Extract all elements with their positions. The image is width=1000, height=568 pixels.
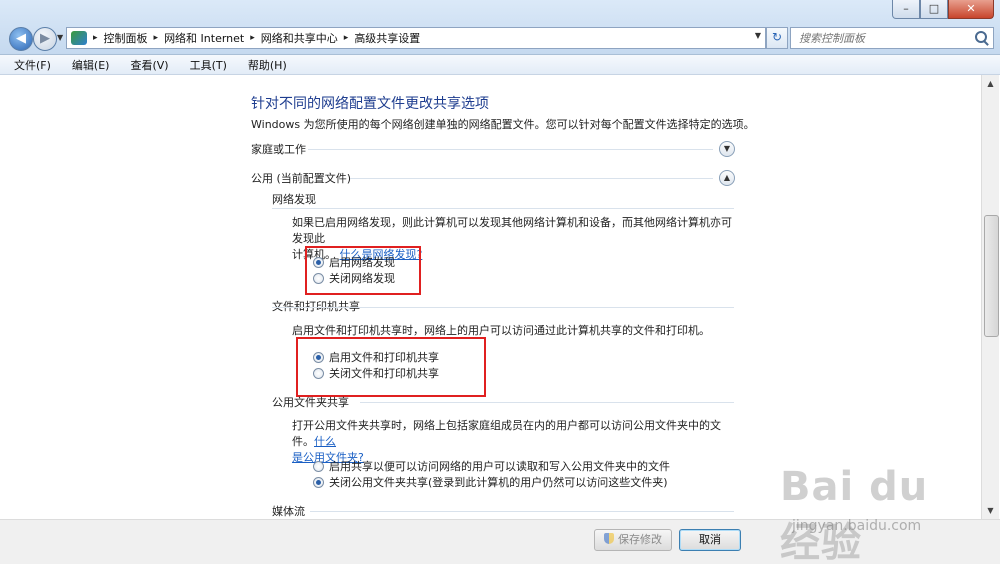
refresh-button[interactable]: ↻ — [766, 27, 788, 49]
breadcrumb-separator[interactable]: ▸ — [250, 33, 255, 43]
divider — [360, 402, 734, 403]
collapse-public-profile-button[interactable]: ▲ — [719, 170, 735, 186]
scroll-up-icon[interactable]: ▲ — [982, 75, 999, 92]
forward-arrow-icon: ▶ — [40, 31, 50, 46]
search-icon[interactable] — [975, 31, 987, 43]
radio-unselected-icon[interactable] — [313, 460, 324, 472]
history-dropdown-icon[interactable]: ▼ — [57, 33, 63, 42]
close-button[interactable]: ✕ — [948, 0, 994, 19]
what-is-public-folder-link[interactable]: 什么 — [314, 435, 336, 448]
main-content: 针对不同的网络配置文件更改共享选项 Windows 为您所使用的每个网络创建单独… — [0, 75, 981, 519]
breadcrumb-separator[interactable]: ▸ — [154, 33, 159, 43]
minimize-button[interactable]: – — [892, 0, 920, 19]
media-streaming-title: 媒体流 — [272, 505, 305, 518]
page-title: 针对不同的网络配置文件更改共享选项 — [251, 96, 489, 112]
profile-home-work-label[interactable]: 家庭或工作 — [251, 141, 306, 157]
search-input[interactable] — [797, 28, 971, 48]
highlight-box — [305, 246, 421, 295]
divider — [308, 149, 713, 150]
page-subtitle: Windows 为您所使用的每个网络创建单独的网络配置文件。您可以针对每个配置文… — [251, 118, 755, 131]
divider — [272, 307, 734, 308]
menu-tools[interactable]: 工具(T) — [176, 57, 234, 73]
save-changes-label: 保存修改 — [618, 533, 662, 546]
back-arrow-icon: ◀ — [16, 31, 26, 46]
menu-bar: 文件(F) 编辑(E) 查看(V) 工具(T) 帮助(H) — [0, 55, 1000, 75]
address-dropdown-icon[interactable]: ▼ — [755, 31, 761, 40]
footer-bar: 保存修改 取消 — [0, 519, 1000, 564]
breadcrumb-separator[interactable]: ▸ — [344, 33, 349, 43]
cancel-button[interactable]: 取消 — [679, 529, 741, 551]
address-bar[interactable]: ▸ 控制面板 ▸ 网络和 Internet ▸ 网络和共享中心 ▸ 高级共享设置… — [66, 27, 766, 49]
window-titlebar: – □ ✕ ◀ ▶ ▼ ▸ 控制面板 ▸ 网络和 Internet ▸ 网络和共… — [0, 0, 1000, 55]
vertical-scrollbar[interactable]: ▲ ▼ — [981, 75, 999, 519]
save-changes-button[interactable]: 保存修改 — [594, 529, 672, 551]
radio-public-folder-off[interactable]: 关闭公用文件夹共享(登录到此计算机的用户仍然可以访问这些文件夹) — [313, 474, 668, 490]
forward-button[interactable]: ▶ — [33, 27, 57, 51]
network-discovery-desc-line1: 如果已启用网络发现，则此计算机可以发现其他网络计算机和设备，而其他网络计算机亦可… — [292, 216, 732, 245]
back-button[interactable]: ◀ — [9, 27, 33, 51]
profile-public-label[interactable]: 公用 (当前配置文件) — [251, 170, 351, 186]
highlight-box — [296, 337, 486, 397]
refresh-icon: ↻ — [771, 30, 783, 44]
radio-public-folder-on[interactable]: 启用共享以便可以访问网络的用户可以读取和写入公用文件夹中的文件 — [313, 458, 670, 474]
network-discovery-title: 网络发现 — [272, 193, 316, 206]
chevron-down-icon: ▼ — [723, 144, 731, 153]
breadcrumb-network-internet[interactable]: 网络和 Internet — [164, 30, 244, 46]
radio-label: 启用共享以便可以访问网络的用户可以读取和写入公用文件夹中的文件 — [329, 460, 670, 473]
menu-file[interactable]: 文件(F) — [0, 57, 58, 73]
radio-selected-icon[interactable] — [313, 476, 324, 488]
divider — [350, 178, 713, 179]
chevron-up-icon: ▲ — [723, 173, 731, 182]
control-panel-icon — [71, 31, 87, 45]
search-box[interactable] — [790, 27, 994, 49]
divider — [310, 511, 734, 512]
menu-help[interactable]: 帮助(H) — [234, 57, 294, 73]
printer-sharing-title: 文件和打印机共享 — [272, 300, 360, 313]
public-folder-desc-line1: 打开公用文件夹共享时，网络上包括家庭组成员在内的用户都可以访问公用文件夹中的文件… — [292, 419, 721, 448]
window-controls: – □ ✕ — [892, 0, 994, 19]
scrollbar-thumb[interactable] — [984, 215, 999, 337]
shield-icon — [604, 533, 614, 544]
breadcrumb-network-sharing-center[interactable]: 网络和共享中心 — [261, 30, 338, 46]
breadcrumb-control-panel[interactable]: 控制面板 — [104, 30, 148, 46]
menu-edit[interactable]: 编辑(E) — [58, 57, 117, 73]
expand-home-profile-button[interactable]: ▼ — [719, 141, 735, 157]
maximize-button[interactable]: □ — [920, 0, 948, 19]
breadcrumb-separator[interactable]: ▸ — [93, 33, 98, 43]
menu-view[interactable]: 查看(V) — [116, 57, 175, 73]
breadcrumb-advanced-sharing[interactable]: 高级共享设置 — [354, 30, 420, 46]
divider — [272, 208, 734, 209]
public-folder-sharing-title: 公用文件夹共享 — [272, 396, 349, 409]
radio-label: 关闭公用文件夹共享(登录到此计算机的用户仍然可以访问这些文件夹) — [329, 476, 668, 489]
scroll-down-icon[interactable]: ▼ — [982, 502, 999, 519]
